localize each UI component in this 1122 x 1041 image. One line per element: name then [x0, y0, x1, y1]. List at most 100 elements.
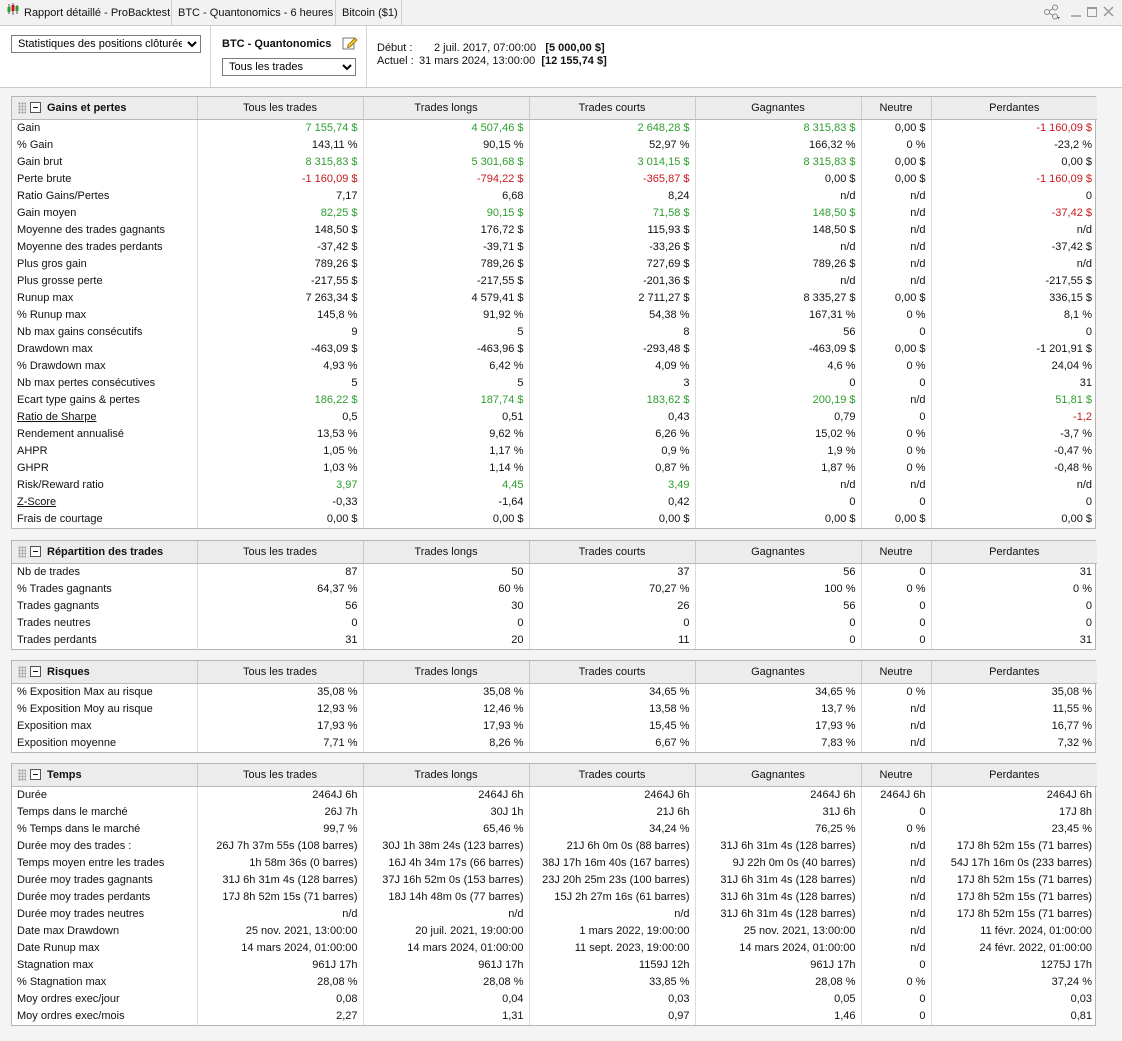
cell-value: 0,00 $ [861, 170, 932, 188]
minimize-icon[interactable] [1071, 4, 1081, 24]
cell-value: 54J 17h 16m 0s (233 barres) [950, 857, 1092, 869]
cell-value: 13,7 % [695, 700, 862, 718]
cell-value: n/d [861, 734, 932, 752]
cell-value: 1159J 12h [529, 956, 696, 974]
cell-value: n/d [861, 717, 932, 735]
table-row: % Drawdown max 4,93 % 6,42 % 4,09 % 4,6 % 0 %… [12, 357, 1097, 375]
cell-value: 0 [529, 614, 696, 632]
cell-value: 200,19 $ [695, 391, 862, 409]
cell-value: 961J 17h [695, 956, 862, 974]
column-header: Neutre [861, 97, 932, 120]
cell-value: 789,26 $ [363, 255, 530, 273]
row-label: Nb de trades [12, 563, 198, 581]
row-label: Gain [12, 119, 198, 137]
cell-value: 0 % [861, 442, 932, 460]
tab-report[interactable]: Rapport détaillé - ProBacktest [0, 0, 172, 26]
table-row: Stagnation max 961J 17h 961J 17h 1159J 12h 9… [12, 956, 1097, 974]
row-label: Nb max gains consécutifs [12, 323, 198, 341]
column-header: Neutre [861, 764, 932, 787]
table-row: Date max Drawdown 25 nov. 2021, 13:00:00 2… [12, 922, 1097, 940]
column-header: Gagnantes [695, 764, 862, 787]
cell-value: n/d [861, 391, 932, 409]
edit-icon[interactable] [342, 35, 358, 54]
cell-value: 1,9 % [695, 442, 862, 460]
cell-value: 13,53 % [197, 425, 364, 443]
cell-value: 0,03 [1070, 993, 1092, 1005]
cell-value: 11 févr. 2024, 01:00:00 [980, 925, 1092, 937]
cell-value: 8 315,83 $ [197, 153, 364, 171]
cell-value: 0 [861, 631, 932, 649]
cell-value: -201,36 $ [529, 272, 696, 290]
trade-filter-select[interactable]: Tous les trades [222, 58, 356, 76]
cell-value: 21J 6h 0m 0s (88 barres) [529, 837, 696, 855]
cell-value: 34,65 % [695, 683, 862, 701]
drag-handle-icon[interactable] [18, 545, 26, 558]
table-row: Moy ordres exec/jour 0,08 0,04 0,03 0,05 0 0,0… [12, 990, 1097, 1008]
collapse-icon[interactable] [30, 546, 41, 558]
tab-instrument[interactable]: Bitcoin ($1) [336, 0, 402, 26]
cell-value: 15,45 % [529, 717, 696, 735]
cell-value: 0,00 $ [197, 510, 364, 528]
cell-value: n/d [1076, 224, 1092, 236]
collapse-icon[interactable] [30, 666, 41, 678]
cell-value: 5 [197, 374, 364, 392]
cell-value: 31 [1079, 566, 1092, 578]
collapse-icon[interactable] [30, 102, 41, 114]
cell-value: 17,93 % [363, 717, 530, 735]
drag-handle-icon[interactable] [18, 768, 26, 781]
cell-value: 8 335,27 $ [695, 289, 862, 307]
cell-value: 26J 7h [197, 803, 364, 821]
column-header: Perdantes [931, 764, 1097, 787]
cell-value: 9 [197, 323, 364, 341]
cell-value: 2,27 [197, 1007, 364, 1025]
row-label[interactable]: Z-Score [12, 493, 198, 511]
cell-value: 0,00 $ [1061, 156, 1092, 168]
table-row: Nb max gains consécutifs 9 5 8 56 0 0 [12, 323, 1097, 341]
cell-value: 3,97 [197, 476, 364, 494]
row-label: Frais de courtage [12, 510, 198, 528]
section-title: Risques [47, 665, 90, 678]
drag-handle-icon[interactable] [18, 101, 26, 114]
cell-value: 100 % [695, 580, 862, 598]
column-header: Trades courts [529, 97, 696, 120]
cell-value: 961J 17h [363, 956, 530, 974]
cell-value: 0 [197, 614, 364, 632]
cell-value: 0 [1085, 600, 1092, 612]
table-row: Temps moyen entre les trades 1h 58m 36s (… [12, 854, 1097, 872]
row-label: Date Runup max [12, 939, 198, 957]
cell-value: 115,93 $ [529, 221, 696, 239]
row-label: Durée moy trades gagnants [12, 871, 198, 889]
cell-value: 727,69 $ [529, 255, 696, 273]
cell-value: 961J 17h [197, 956, 364, 974]
cell-value: 31 [1079, 634, 1092, 646]
row-label[interactable]: Ratio de Sharpe [12, 408, 198, 426]
close-icon[interactable] [1103, 4, 1114, 24]
cell-value: 31J 6h 31m 4s (128 barres) [695, 837, 862, 855]
cell-value: -37,42 $ [1051, 207, 1092, 219]
cell-value: 789,26 $ [695, 255, 862, 273]
cell-value: 8,26 % [363, 734, 530, 752]
cell-value: 30J 1h 38m 24s (123 barres) [363, 837, 530, 855]
table-row: Durée moy trades perdants 17J 8h 52m 15s … [12, 888, 1097, 906]
cell-value: -1 160,09 $ [1036, 173, 1092, 185]
table-row: Durée 2464J 6h 2464J 6h 2464J 6h 2464J 6h 246… [12, 786, 1097, 804]
row-label: Exposition max [12, 717, 198, 735]
tab-system[interactable]: BTC - Quantonomics - 6 heures [172, 0, 336, 26]
row-label: % Temps dans le marché [12, 820, 198, 838]
cell-value: 20 juil. 2021, 19:00:00 [363, 922, 530, 940]
table-row: Trades perdants 31 20 11 0 0 31 [12, 631, 1097, 649]
cell-value: -1,64 [363, 493, 530, 511]
cell-value: 9,62 % [363, 425, 530, 443]
cell-value: 4,45 [363, 476, 530, 494]
cell-value: 7 263,34 $ [197, 289, 364, 307]
view-select[interactable]: Statistiques des positions clôturées [11, 35, 201, 53]
section-header: Répartition des trades [12, 541, 198, 564]
cell-value: 336,15 $ [1049, 292, 1092, 304]
cell-value: 76,25 % [695, 820, 862, 838]
cell-value: 7,17 [197, 187, 364, 205]
cell-value: 17,93 % [695, 717, 862, 735]
collapse-icon[interactable] [30, 769, 41, 781]
drag-handle-icon[interactable] [18, 665, 26, 678]
maximize-icon[interactable] [1087, 4, 1098, 24]
share-icon[interactable] [1043, 4, 1061, 24]
